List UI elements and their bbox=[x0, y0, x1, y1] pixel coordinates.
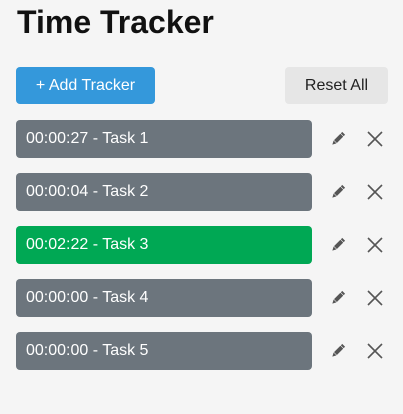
close-icon[interactable] bbox=[365, 288, 385, 308]
pencil-icon[interactable] bbox=[328, 182, 348, 202]
pencil-icon[interactable] bbox=[328, 129, 348, 149]
reset-all-button[interactable]: Reset All bbox=[285, 67, 388, 104]
page-title: Time Tracker bbox=[17, 4, 214, 40]
tracker-row: 00:00:27 - Task 1 bbox=[16, 120, 396, 158]
tracker-bar[interactable]: 00:00:00 - Task 5 bbox=[16, 332, 312, 370]
close-icon[interactable] bbox=[365, 182, 385, 202]
tracker-row: 00:00:00 - Task 5 bbox=[16, 332, 396, 370]
close-icon[interactable] bbox=[365, 235, 385, 255]
pencil-icon[interactable] bbox=[328, 341, 348, 361]
tracker-bar[interactable]: 00:00:04 - Task 2 bbox=[16, 173, 312, 211]
tracker-row: 00:02:22 - Task 3 bbox=[16, 226, 396, 264]
tracker-bar[interactable]: 00:00:00 - Task 4 bbox=[16, 279, 312, 317]
tracker-row: 00:00:00 - Task 4 bbox=[16, 279, 396, 317]
close-icon[interactable] bbox=[365, 129, 385, 149]
tracker-row: 00:00:04 - Task 2 bbox=[16, 173, 396, 211]
pencil-icon[interactable] bbox=[328, 235, 348, 255]
tracker-bar[interactable]: 00:00:27 - Task 1 bbox=[16, 120, 312, 158]
tracker-list: 00:00:27 - Task 1 00:00:04 - Task 2 00:0… bbox=[16, 120, 396, 385]
close-icon[interactable] bbox=[365, 341, 385, 361]
add-tracker-button[interactable]: + Add Tracker bbox=[16, 67, 155, 104]
tracker-bar[interactable]: 00:02:22 - Task 3 bbox=[16, 226, 312, 264]
pencil-icon[interactable] bbox=[328, 288, 348, 308]
